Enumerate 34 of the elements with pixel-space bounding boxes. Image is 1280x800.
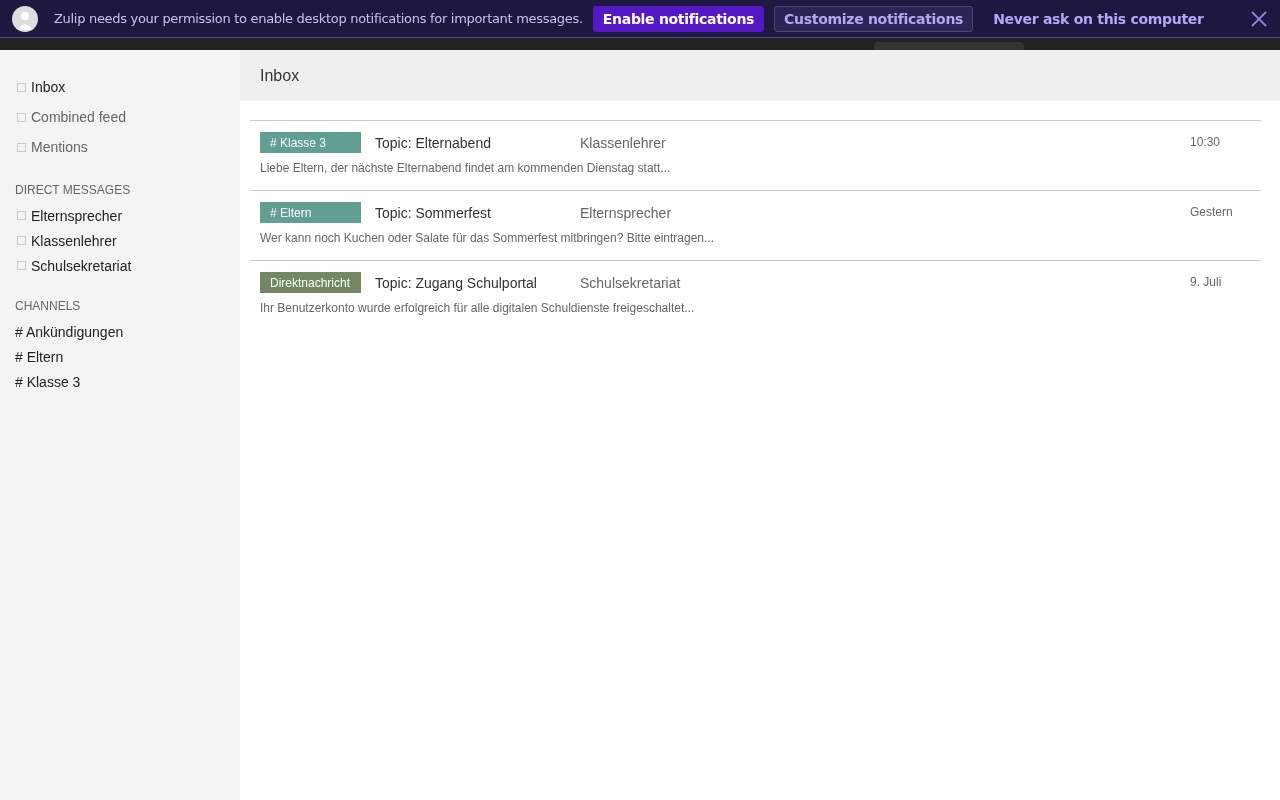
sidebar-item[interactable]: Klassenlehrer bbox=[15, 228, 240, 253]
notification-button[interactable]: Customize notifications bbox=[774, 5, 974, 32]
sidebar-item[interactable]: Schulsekretariat bbox=[15, 253, 240, 278]
message-time: 10:30 bbox=[1190, 135, 1222, 149]
section-heading: DIRECT MESSAGES bbox=[15, 183, 132, 197]
channel-item[interactable]: # Eltern bbox=[15, 344, 240, 369]
topic-text: Topic: Elternabend bbox=[374, 134, 492, 151]
sidebar-item[interactable]: Elternsprecher bbox=[15, 203, 240, 228]
sidebar-item[interactable]: Inbox bbox=[15, 72, 240, 102]
topic-text: Topic: Sommerfest bbox=[374, 204, 492, 221]
sender-name: Klassenlehrer bbox=[580, 134, 667, 151]
sidebar-item[interactable]: Combined feed bbox=[15, 102, 240, 132]
sender-name: Elternsprecher bbox=[580, 204, 673, 221]
message-preview: Wer kann noch Kuchen oder Salate für das Sommerfest mitbringen? Bitte eintragen... bbox=[260, 231, 716, 245]
never-ask-link[interactable]: Never ask on this computer bbox=[983, 5, 1214, 32]
message-time: 9. Juli bbox=[1190, 275, 1223, 289]
notification-button[interactable]: Enable notifications bbox=[592, 5, 765, 32]
message-row[interactable]: # Klasse 3 Topic: Elternabend Klassenlehrer 10:30 Liebe Eltern, der nächste Elternabend findet am kommenden Dienstag statt... bbox=[250, 120, 1261, 190]
channel-tag: # Eltern bbox=[260, 202, 361, 223]
section-heading: CHANNELS bbox=[15, 299, 82, 313]
topic-text: Topic: Zugang Schulportal bbox=[374, 274, 538, 291]
banner-message: Zulip needs your permission to enable desktop notifications for important messages. bbox=[54, 11, 583, 26]
channel-item[interactable]: # Klasse 3 bbox=[15, 369, 240, 394]
message-row[interactable]: # Eltern Topic: Sommerfest Elternsprecher Gestern Wer kann noch Kuchen oder Salate für das Sommerfest mitbringen? Bitte eintragen... bbox=[250, 190, 1261, 260]
sender-name: Schulsekretariat bbox=[580, 274, 682, 291]
channel-tag: Direktnachricht bbox=[260, 272, 361, 293]
page-title: Inbox bbox=[260, 66, 300, 85]
message-preview: Ihr Benutzerkonto wurde erfolgreich für alle digitalen Schuldienste freigeschaltet... bbox=[260, 301, 696, 315]
channel-item[interactable]: # Ankündigungen bbox=[15, 319, 240, 344]
message-row[interactable]: Direktnachricht Topic: Zugang Schulportal Schulsekretariat 9. Juli Ihr Benutzerkonto wurde erfolgreich für alle digitalen Schuldienste freigeschaltet... bbox=[250, 260, 1261, 330]
message-time: Gestern bbox=[1190, 205, 1234, 219]
message-preview: Liebe Eltern, der nächste Elternabend findet am kommenden Dienstag statt... bbox=[260, 161, 672, 175]
sidebar-item[interactable]: Mentions bbox=[15, 132, 240, 162]
channel-tag: # Klasse 3 bbox=[260, 132, 361, 153]
